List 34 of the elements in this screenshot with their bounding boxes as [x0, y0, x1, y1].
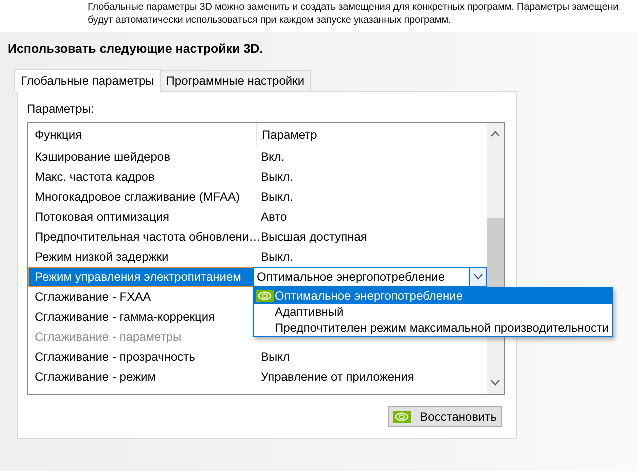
setting-value: Выкл. — [260, 249, 294, 266]
setting-name[interactable]: Сглаживание - FXAA — [28, 287, 256, 307]
description-text: Глобальные параметры 3D можно заменить и создать замещения для конкретных программ. Параметры замещени — [88, 1, 620, 14]
column-header[interactable]: Функция — [28, 125, 256, 145]
setting-name[interactable]: Кэширование шейдеров — [28, 147, 256, 167]
tab[interactable]: Программные настройки — [160, 70, 311, 91]
dropdown-option[interactable]: Предпочтителен режим максимальной производительности — [254, 320, 612, 336]
setting-name[interactable]: Сглаживание - гамма-коррекция — [28, 307, 256, 327]
setting-name[interactable]: Режим низкой задержки — [28, 247, 256, 267]
scroll-down-icon[interactable] — [491, 380, 500, 386]
setting-value: Управление от приложения — [260, 369, 416, 386]
setting-value: Авто — [260, 209, 288, 226]
setting-name[interactable]: Режим управления электропитанием — [28, 267, 256, 287]
setting-name[interactable]: Потоковая оптимизация — [28, 207, 256, 227]
setting-value: Выкл. — [260, 169, 294, 186]
description-text: будут автоматически использоваться при каждом запуске указанных программ. — [88, 14, 452, 27]
setting-name[interactable]: Макс. частота кадров — [28, 167, 256, 187]
setting-name[interactable]: Сглаживание - режим — [28, 367, 256, 387]
dropdown-option[interactable]: Адаптивный — [254, 304, 612, 320]
panel-label: Параметры: — [27, 102, 96, 116]
scroll-up-icon[interactable] — [491, 131, 500, 137]
tab[interactable]: Глобальные параметры — [14, 69, 162, 92]
setting-value: Выкл. — [260, 189, 294, 206]
section-heading: Использовать следующие настройки 3D. — [7, 41, 264, 56]
logo-icon — [393, 410, 412, 422]
setting-name[interactable]: Сглаживание - прозрачность — [28, 347, 256, 367]
setting-value: Выкл — [260, 349, 292, 366]
setting-name[interactable]: Многокадровое сглаживание (MFAA) — [28, 187, 256, 207]
dropdown-option[interactable]: Оптимальное энергопотребление — [254, 288, 612, 304]
chevron-down-icon — [474, 274, 482, 280]
setting-value: Вкл. — [260, 149, 286, 166]
restore-button[interactable]: Восстановить — [388, 406, 502, 427]
recommended-icon — [256, 290, 274, 302]
power-mode-dropdown[interactable]: Оптимальное энергопотребление — [253, 267, 487, 287]
